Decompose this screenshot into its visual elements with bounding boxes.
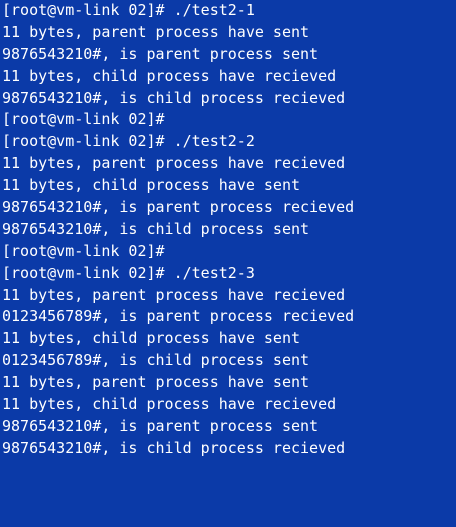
- terminal-line: 9876543210#, is parent process recieved: [2, 198, 355, 217]
- terminal-line: 9876543210#, is child process recieved: [2, 438, 346, 457]
- terminal-line: 11 bytes, parent process have recieved: [2, 285, 346, 304]
- terminal-line: 9876543210#, is child process sent: [2, 219, 310, 238]
- terminal-line: 11 bytes, child process have sent: [2, 329, 301, 348]
- terminal-line: 11 bytes, parent process have recieved: [2, 154, 346, 173]
- terminal-line: [root@vm-link 02]# ./test2-2: [2, 132, 255, 151]
- terminal-line: 9876543210#, is child process recieved: [2, 88, 346, 107]
- terminal-line: [root@vm-link 02]# ./test2-3: [2, 263, 255, 282]
- terminal-line: 11 bytes, child process have recieved: [2, 395, 337, 414]
- terminal-line: 9876543210#, is parent process sent: [2, 44, 319, 63]
- terminal-line: 11 bytes, parent process have sent: [2, 22, 310, 41]
- terminal-line: 9876543210#, is parent process sent: [2, 416, 319, 435]
- terminal-line: [root@vm-link 02]#: [2, 241, 165, 260]
- terminal-line: 11 bytes, child process have recieved: [2, 66, 337, 85]
- terminal-output[interactable]: [root@vm-link 02]# ./test2-1 11 bytes, p…: [0, 0, 456, 527]
- terminal-line: 0123456789#, is child process sent: [2, 351, 310, 370]
- terminal-line: [root@vm-link 02]#: [2, 110, 165, 129]
- terminal-line: 11 bytes, child process have sent: [2, 176, 301, 195]
- terminal-line: 11 bytes, parent process have sent: [2, 373, 310, 392]
- terminal-line: 0123456789#, is parent process recieved: [2, 307, 355, 326]
- terminal-line: [root@vm-link 02]# ./test2-1: [2, 1, 255, 19]
